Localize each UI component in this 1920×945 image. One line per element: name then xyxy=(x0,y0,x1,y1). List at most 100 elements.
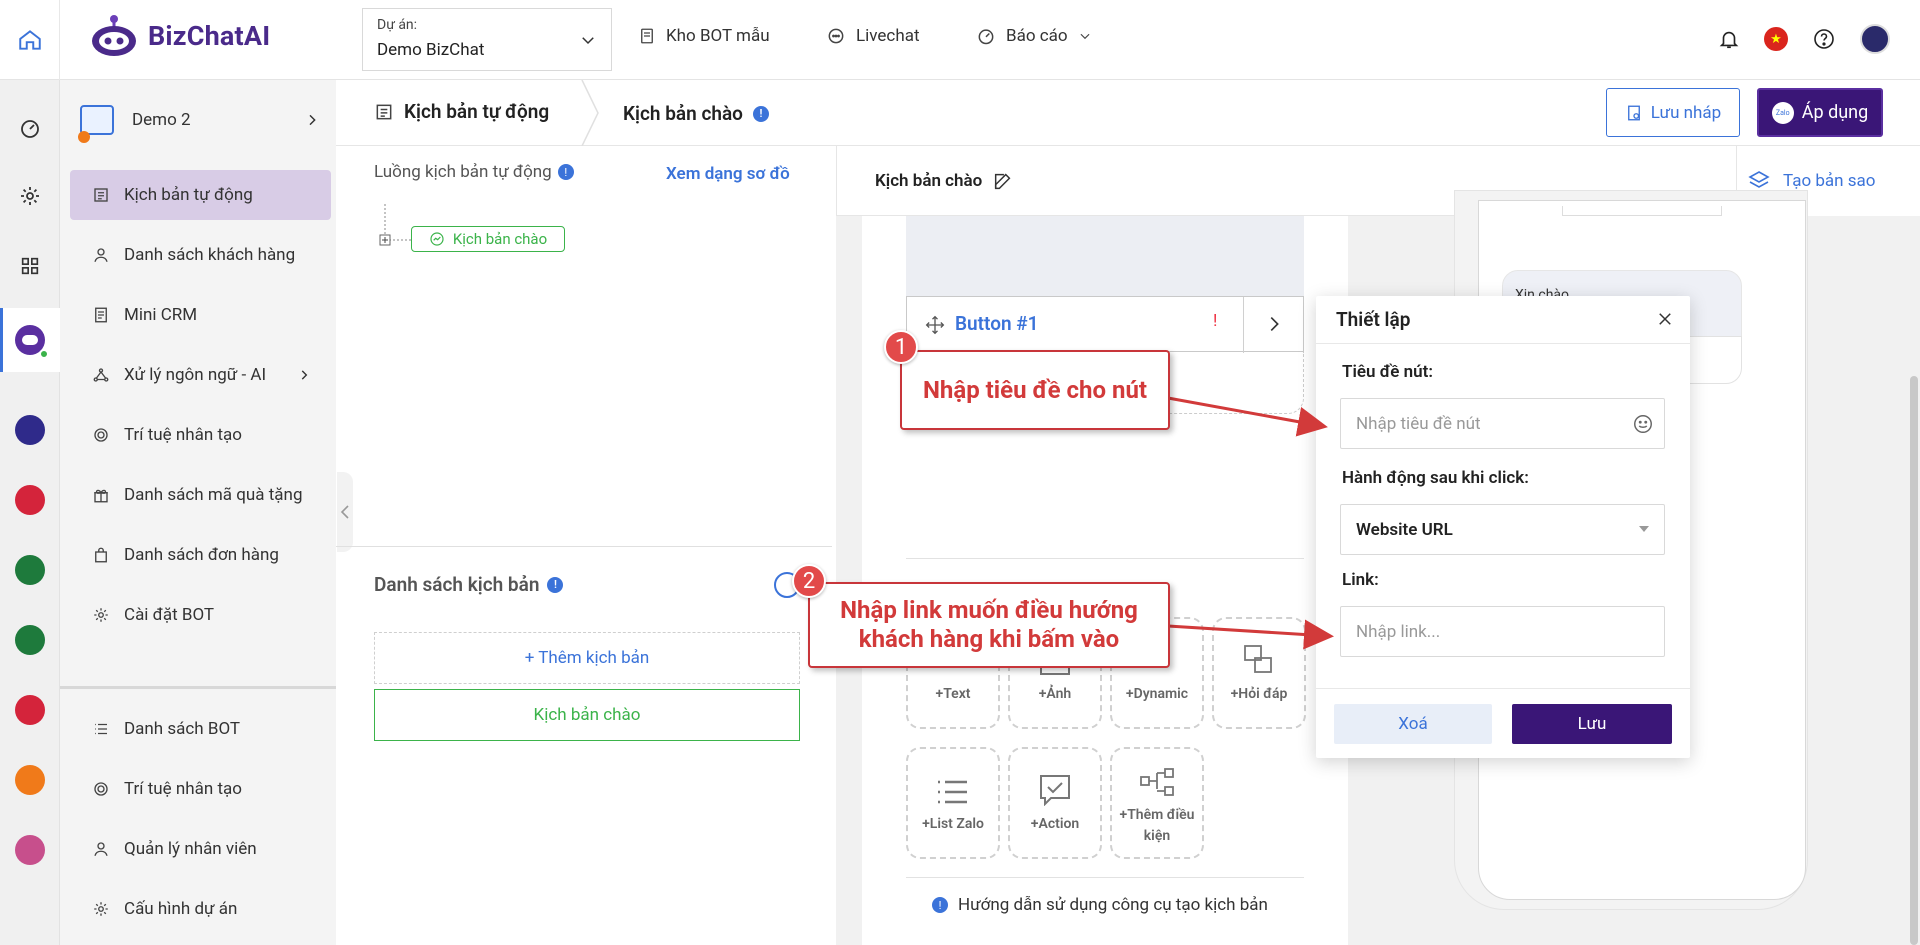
breadcrumb-auto-scripts[interactable]: Kịch bản tự động xyxy=(374,100,549,123)
sidebar-item-auto-scripts[interactable]: Kịch bản tự động xyxy=(70,170,331,220)
rail-app-1[interactable] xyxy=(14,414,46,446)
sidebar-item-customers[interactable]: Danh sách khách hàng xyxy=(70,230,331,280)
ai-icon xyxy=(94,428,108,442)
add-action-tool[interactable]: +Action xyxy=(1008,747,1102,859)
scrollbar[interactable] xyxy=(1910,376,1918,945)
rail-active-indicator xyxy=(0,308,3,372)
sidebar-item-ai[interactable]: Trí tuệ nhân tạo xyxy=(70,410,331,460)
condition-icon xyxy=(1140,768,1174,796)
sidebar-item-orders[interactable]: Danh sách đơn hàng xyxy=(70,530,331,580)
warning-mark: ! xyxy=(1213,311,1218,331)
rail-bizchat[interactable] xyxy=(14,324,49,359)
button-title-label: Tiêu đề nút: xyxy=(1342,362,1434,382)
sidebar-item-ai-2[interactable]: Trí tuệ nhân tạo xyxy=(70,764,331,814)
rail-settings[interactable] xyxy=(14,180,46,212)
script-icon xyxy=(94,188,108,202)
sidebar-item-label: Xử lý ngôn ngữ - AI xyxy=(124,365,267,385)
sidebar-item-bot-settings[interactable]: Cài đặt BOT xyxy=(70,590,331,640)
save-button[interactable]: Lưu xyxy=(1512,704,1672,744)
nav-bot-templates[interactable]: Kho BOT mẫu xyxy=(638,26,770,46)
save-draft-button[interactable]: Lưu nháp xyxy=(1606,88,1740,137)
link-input[interactable]: Nhập link... xyxy=(1340,606,1665,657)
guide-link[interactable]: ! Hướng dẫn sử dụng công cụ tạo kịch bản xyxy=(932,895,1268,915)
rail-app-3[interactable] xyxy=(14,554,46,586)
rail-apps[interactable] xyxy=(14,250,46,282)
add-faq-tool[interactable]: +Hỏi đáp xyxy=(1212,617,1306,729)
close-icon[interactable] xyxy=(1656,310,1674,328)
app-icon xyxy=(15,555,45,585)
caret-down-icon xyxy=(1639,526,1649,532)
action-label: Hành động sau khi click: xyxy=(1342,468,1529,488)
nav-reports[interactable]: Báo cáo xyxy=(976,26,1092,46)
rail-app-6[interactable] xyxy=(14,764,46,796)
annotation-step-1: Nhập tiêu đề cho nút xyxy=(900,350,1170,430)
edit-icon[interactable] xyxy=(992,170,1014,192)
sidebar-item-staff[interactable]: Quản lý nhân viên xyxy=(70,824,331,874)
annotation-text: Nhập tiêu đề cho nút xyxy=(922,376,1148,404)
sidebar: Demo 2 Kịch bản tự động Danh sách khách … xyxy=(60,80,336,945)
sidebar-item-mini-crm[interactable]: Mini CRM xyxy=(70,290,331,340)
ai-icon xyxy=(94,782,108,796)
language-flag-icon[interactable]: ★ xyxy=(1764,27,1788,51)
gear-icon xyxy=(94,902,108,916)
delete-button[interactable]: Xoá xyxy=(1334,704,1492,744)
sidebar-divider xyxy=(60,686,336,689)
message-button-row[interactable]: Button #1 ! xyxy=(906,296,1304,353)
list-icon xyxy=(95,723,107,735)
chevron-right-icon[interactable] xyxy=(1263,313,1285,335)
nav-livechat[interactable]: Livechat xyxy=(826,26,920,46)
template-icon xyxy=(641,28,653,44)
project-select[interactable]: Dự án: Demo BizChat xyxy=(362,8,612,71)
bot-selector[interactable]: Demo 2 xyxy=(78,98,320,143)
script-list-title: Danh sách kịch bản ! xyxy=(374,573,564,596)
avatar[interactable] xyxy=(1860,24,1890,54)
rail-app-5[interactable] xyxy=(14,694,46,726)
bizchat-app-icon xyxy=(15,325,49,359)
brand-name: BizChatAI xyxy=(148,20,271,52)
script-list-label: Danh sách kịch bản xyxy=(374,573,540,596)
rail-app-2[interactable] xyxy=(14,484,46,516)
save-icon xyxy=(1627,105,1640,120)
app-rail xyxy=(0,80,60,945)
help-icon[interactable] xyxy=(1812,27,1836,51)
brand-logo[interactable]: BizChatAI xyxy=(88,14,270,58)
dashboard-icon xyxy=(21,120,39,138)
message-button-label: Button #1 xyxy=(955,312,1039,335)
sidebar-item-label: Cấu hình dự án xyxy=(124,899,238,919)
sidebar-item-project-config[interactable]: Cấu hình dự án xyxy=(70,884,331,934)
action-select[interactable]: Website URL xyxy=(1340,504,1665,555)
sidebar-item-label: Danh sách mã quà tặng xyxy=(124,485,303,505)
rail-dashboard[interactable] xyxy=(14,112,46,144)
project-label: Dự án: xyxy=(377,17,418,33)
add-script-button[interactable]: + Thêm kịch bản xyxy=(374,632,800,684)
apply-label: Áp dụng xyxy=(1801,102,1869,123)
bot-avatar-icon xyxy=(78,105,114,143)
guide-divider xyxy=(906,877,1304,878)
rail-app-7[interactable] xyxy=(14,834,46,866)
document-icon xyxy=(95,307,107,323)
script-list-item[interactable]: Kịch bản chào xyxy=(374,689,800,741)
button-title-input[interactable]: Nhập tiêu đề nút xyxy=(1340,398,1665,449)
action-icon xyxy=(1040,775,1070,806)
app-icon xyxy=(15,765,45,795)
top-bar: BizChatAI Dự án: Demo BizChat Kho BOT mẫ… xyxy=(0,0,1920,80)
flow-node-greeting[interactable]: Kịch bản chào xyxy=(411,226,565,252)
move-icon[interactable] xyxy=(925,315,945,335)
tool-label: +Text xyxy=(935,686,971,702)
sidebar-item-bot-list[interactable]: Danh sách BOT xyxy=(70,704,331,754)
home-button[interactable] xyxy=(0,0,60,80)
gift-icon xyxy=(94,489,108,503)
bell-icon[interactable] xyxy=(1718,28,1740,50)
add-condition-tool[interactable]: +Thêm điều kiện xyxy=(1110,747,1204,859)
emoji-icon[interactable] xyxy=(1632,413,1654,435)
sidebar-item-gift-codes[interactable]: Danh sách mã quà tặng xyxy=(70,470,331,520)
nav-label: Livechat xyxy=(856,26,920,46)
sidebar-item-label: Mini CRM xyxy=(124,305,198,325)
rail-app-4[interactable] xyxy=(14,624,46,656)
sidebar-item-nlp-ai[interactable]: Xử lý ngôn ngữ - AI xyxy=(70,350,331,400)
apply-button[interactable]: Zalo Áp dụng xyxy=(1757,88,1883,137)
add-list-zalo-tool[interactable]: +List Zalo xyxy=(906,747,1000,859)
settings-dialog: Thiết lập Tiêu đề nút: Nhập tiêu đề nút … xyxy=(1316,296,1690,758)
view-diagram-link[interactable]: Xem dạng sơ đồ xyxy=(666,164,790,184)
breadcrumb-current: Kịch bản chào ! xyxy=(623,102,769,125)
